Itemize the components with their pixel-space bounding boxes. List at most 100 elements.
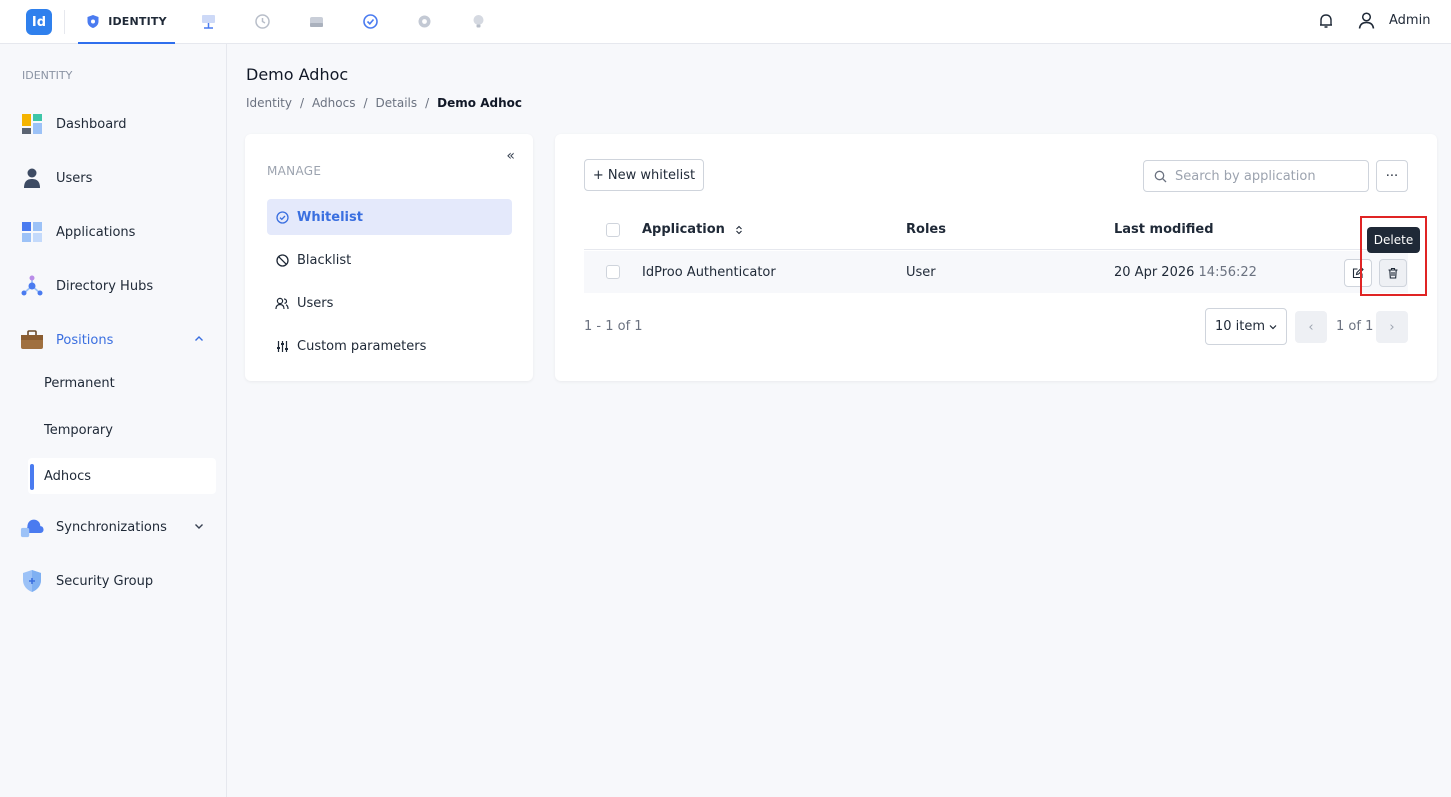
sort-icon[interactable] (735, 225, 743, 235)
column-last-modified: Last modified (1114, 222, 1214, 237)
chevron-up-icon[interactable] (194, 334, 204, 344)
tab-identity[interactable]: IDENTITY (78, 0, 175, 44)
breadcrumb-separator: / (300, 96, 305, 110)
breadcrumb-separator: / (363, 96, 368, 110)
hub-icon (21, 275, 43, 296)
next-page-button[interactable]: › (1376, 311, 1408, 343)
cell-date: 20 Apr 2026 (1114, 264, 1195, 280)
page-title: Demo Adhoc (246, 65, 349, 84)
breadcrumb: Identity / Adhocs / Details / Demo Adhoc (246, 96, 522, 110)
tab-ideas[interactable] (470, 13, 487, 30)
app-logo[interactable]: Id (26, 9, 52, 35)
manage-item-label: Users (297, 295, 334, 311)
tab-settings[interactable] (416, 13, 433, 30)
highlight-box (1360, 216, 1427, 296)
cloud-sync-icon (20, 519, 44, 538)
search-box (1143, 160, 1369, 192)
manage-title: MANAGE (267, 164, 322, 178)
check-badge-icon (363, 14, 378, 29)
divider (64, 10, 65, 34)
sidebar-item-directory-hubs[interactable]: Directory Hubs (20, 266, 216, 306)
page-indicator: 1 of 1 (1336, 319, 1374, 334)
cell-last-modified: 20 Apr 2026 14:56:22 (1114, 251, 1257, 293)
bell-icon[interactable] (1317, 12, 1335, 30)
select-all-checkbox[interactable] (606, 222, 620, 237)
table-row[interactable]: IdProo Authenticator User 20 Apr 2026 14… (584, 251, 1408, 293)
applications-icon (22, 222, 42, 242)
column-roles: Roles (906, 222, 946, 237)
dashboard-icon (22, 114, 42, 134)
manage-item-whitelist[interactable]: Whitelist (267, 199, 512, 235)
tab-history[interactable] (254, 13, 271, 30)
collapse-panel-button[interactable]: « (506, 148, 515, 164)
shield-icon (23, 570, 41, 592)
prev-page-button[interactable]: ‹ (1295, 311, 1327, 343)
manage-item-custom-parameters[interactable]: Custom parameters (267, 328, 512, 364)
check-circle-icon (275, 210, 289, 224)
manage-item-label: Whitelist (297, 209, 363, 225)
whitelist-panel: + New whitelist ··· Application Roles La… (555, 134, 1437, 381)
shield-icon (87, 14, 99, 28)
ban-icon (275, 253, 289, 267)
new-whitelist-button[interactable]: + New whitelist (584, 159, 704, 191)
gear-icon (418, 15, 431, 28)
user-icon[interactable] (1357, 11, 1376, 30)
dashboard-icon (202, 15, 215, 29)
breadcrumb-item[interactable]: Adhocs (312, 96, 355, 110)
row-checkbox[interactable] (606, 265, 620, 279)
user-icon (24, 168, 40, 188)
sidebar-section-title: IDENTITY (22, 69, 73, 82)
sidebar-subitem-permanent[interactable]: Permanent (28, 365, 216, 401)
manage-item-label: Blacklist (297, 252, 352, 268)
more-options-button[interactable]: ··· (1376, 160, 1408, 192)
chevron-down-icon[interactable] (194, 521, 204, 531)
manage-item-label: Custom parameters (297, 338, 427, 354)
manage-panel: « MANAGE Whitelist Blacklist Users Custo… (245, 134, 533, 381)
breadcrumb-item[interactable]: Details (376, 96, 418, 110)
bulb-icon (473, 15, 484, 28)
users-icon (275, 297, 289, 309)
tab-server[interactable] (308, 13, 325, 30)
table-header: Application Roles Last modified (584, 210, 1408, 250)
tab-check[interactable] (362, 13, 379, 30)
sidebar-item-label: Dashboard (56, 116, 127, 132)
briefcase-icon (21, 330, 43, 349)
breadcrumb-item[interactable]: Identity (246, 96, 292, 110)
sidebar-item-label: Synchronizations (56, 519, 167, 535)
breadcrumb-separator: / (425, 96, 430, 110)
chevron-down-icon (1269, 324, 1277, 329)
history-icon (255, 14, 270, 29)
column-header-label: Application (642, 222, 725, 237)
sidebar-item-dashboard[interactable]: Dashboard (20, 104, 216, 144)
search-input[interactable] (1175, 168, 1355, 184)
manage-item-users[interactable]: Users (267, 285, 512, 321)
cell-application: IdProo Authenticator (642, 264, 776, 280)
sidebar-item-label: Users (56, 170, 93, 186)
pagination-range: 1 - 1 of 1 (584, 319, 643, 334)
tab-identity-label: IDENTITY (108, 14, 167, 28)
sidebar-item-synchronizations[interactable]: Synchronizations (20, 507, 216, 547)
page-size-label: 10 item (1214, 319, 1266, 334)
sidebar: IDENTITY Dashboard Users Applications Di… (0, 44, 227, 797)
search-icon (1154, 170, 1167, 182)
tab-dashboard[interactable] (200, 13, 217, 30)
sidebar-item-label: Applications (56, 224, 136, 240)
admin-user-menu[interactable]: Admin (1389, 13, 1430, 28)
breadcrumb-current: Demo Adhoc (437, 96, 522, 110)
sidebar-item-applications[interactable]: Applications (20, 212, 216, 252)
sidebar-subitem-adhocs[interactable]: Adhocs (28, 458, 216, 494)
manage-item-blacklist[interactable]: Blacklist (267, 242, 512, 278)
sliders-icon (276, 340, 288, 352)
sidebar-item-users[interactable]: Users (20, 158, 216, 198)
top-bar: Id IDENTITY Admin (0, 0, 1451, 44)
sidebar-item-label: Security Group (56, 573, 154, 589)
sidebar-item-label: Directory Hubs (56, 278, 154, 294)
column-application[interactable]: Application (642, 210, 743, 249)
sidebar-subitem-temporary[interactable]: Temporary (28, 412, 216, 448)
server-icon (310, 17, 323, 27)
cell-time: 14:56:22 (1198, 264, 1257, 280)
sidebar-item-security-group[interactable]: Security Group (20, 561, 216, 601)
cell-roles: User (906, 264, 936, 280)
page-size-select[interactable]: 10 item (1205, 308, 1287, 345)
sidebar-item-positions[interactable]: Positions (20, 320, 216, 360)
